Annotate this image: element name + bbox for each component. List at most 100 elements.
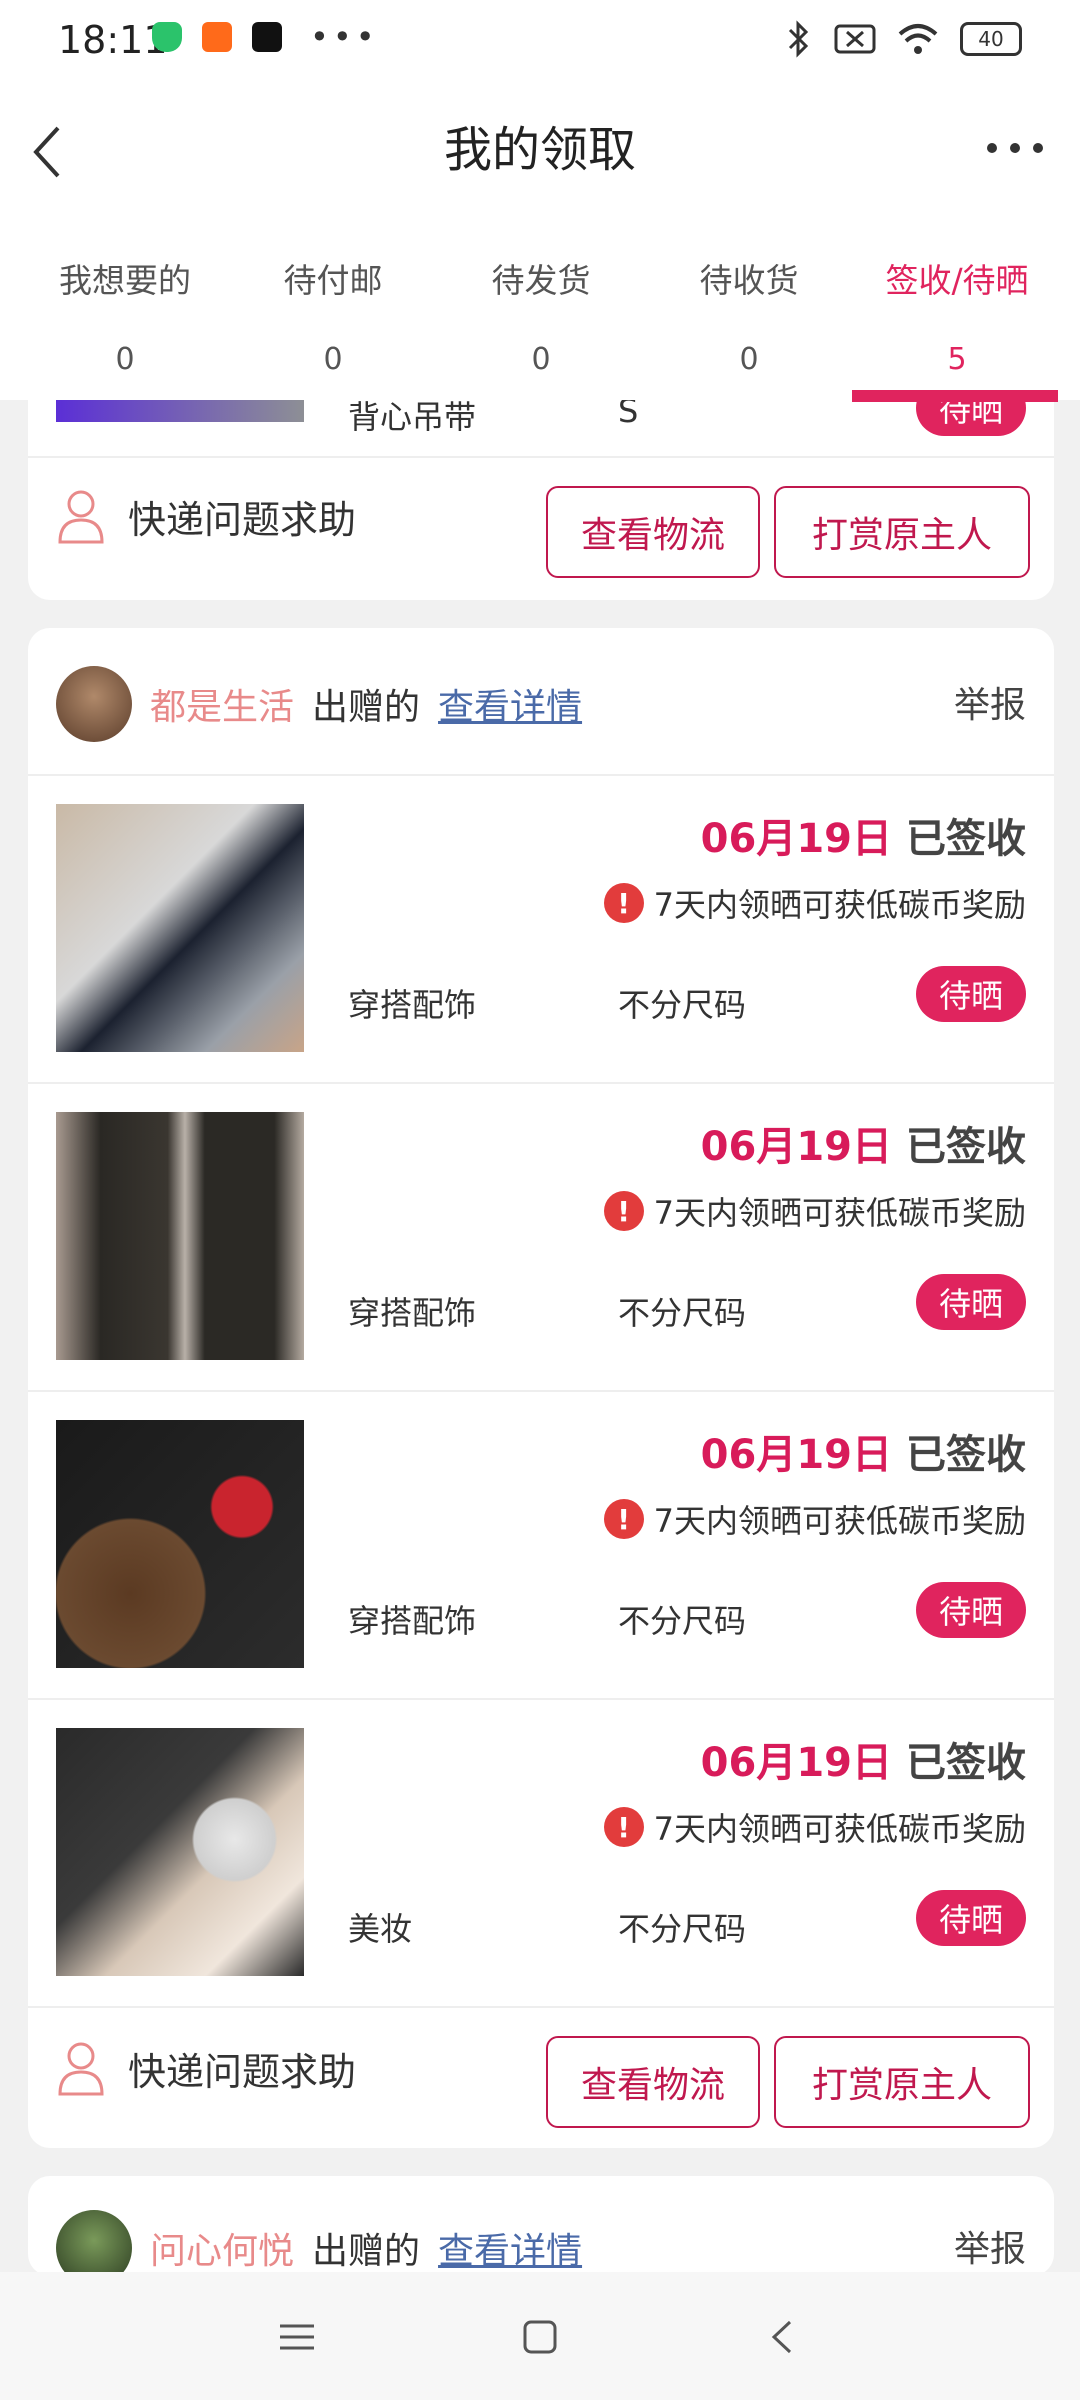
tab-count: 0 (531, 342, 551, 377)
list-item[interactable]: 06月19日 已签收 ! 7天内领晒可获低碳币奖励 穿搭配饰 不分尺码 待晒 (28, 776, 1054, 1082)
status-text: 已签收 (906, 1740, 1026, 1786)
reward-notice: ! 7天内领晒可获低碳币奖励 (603, 1188, 1026, 1234)
view-details-link[interactable]: 查看详情 (438, 678, 582, 730)
view-details-link[interactable]: 查看详情 (438, 2222, 582, 2274)
status-badge[interactable]: 待晒 (916, 1582, 1026, 1638)
more-notifications-icon: ••• (310, 18, 379, 56)
seller-row: 问心何悦 出赠的 查看详情 (56, 2210, 582, 2276)
bluetooth-icon (788, 20, 809, 58)
order-card: 都是生活 出赠的 查看详情 举报 06月19日 已签收 ! 7天内领晒可获低碳币奖励… (28, 628, 1054, 2148)
help-label: 快递问题求助 (128, 2049, 357, 2094)
divider (28, 2006, 1054, 2008)
order-tabs: 我想要的 0 待付邮 0 待发货 0 待收货 0 签收/待晒 5 (0, 214, 1080, 402)
list-item[interactable]: 06月19日 已签收 ! 7天内领晒可获低碳币奖励 美妆 不分尺码 待晒 (28, 1700, 1054, 2006)
item-photo (56, 1728, 304, 1976)
warning-icon: ! (603, 1499, 644, 1539)
tab-count: 0 (323, 342, 343, 377)
status-text: 已签收 (906, 1432, 1026, 1478)
page-title: 我的领取 (443, 122, 636, 178)
active-tab-indicator (852, 390, 1058, 402)
sim-off-icon (834, 24, 876, 54)
seller-row: 都是生活 出赠的 查看详情 (56, 666, 582, 742)
user-icon (58, 490, 104, 544)
gift-text: 出赠的 (312, 687, 421, 728)
reward-notice: ! 7天内领晒可获低碳币奖励 (603, 1804, 1026, 1850)
back-icon[interactable] (758, 2312, 808, 2362)
more-options-icon[interactable] (980, 128, 1050, 168)
express-help[interactable]: 快递问题求助 (56, 488, 356, 544)
tab-wanted[interactable]: 我想要的 0 (20, 254, 230, 377)
divider (28, 456, 1054, 458)
item-photo (56, 1420, 304, 1668)
tab-received[interactable]: 签收/待晒 5 (852, 254, 1062, 377)
status-badge[interactable]: 待晒 (916, 1274, 1026, 1330)
avatar[interactable] (56, 2210, 132, 2276)
view-logistics-button[interactable]: 查看物流 (546, 2036, 760, 2128)
view-logistics-button[interactable]: 查看物流 (546, 486, 760, 578)
item-category: 穿搭配饰 (348, 1602, 477, 1640)
sign-date: 06月19日 已签收 (701, 806, 1026, 864)
battery-icon: 40 (960, 22, 1022, 56)
date-text: 06月19日 (700, 1740, 892, 1786)
wifi-icon (898, 24, 938, 54)
status-text: 已签收 (906, 816, 1026, 862)
list-item[interactable]: 06月19日 已签收 ! 7天内领晒可获低碳币奖励 穿搭配饰 不分尺码 待晒 (28, 1392, 1054, 1698)
reward-notice: ! 7天内领晒可获低碳币奖励 (603, 880, 1026, 926)
tab-count: 0 (115, 342, 135, 377)
tab-count: 5 (947, 342, 967, 377)
list-item[interactable]: 06月19日 已签收 ! 7天内领晒可获低碳币奖励 穿搭配饰 不分尺码 待晒 (28, 1084, 1054, 1390)
reward-text: 7天内领晒可获低碳币奖励 (653, 1502, 1026, 1540)
system-nav-bar (0, 2272, 1080, 2400)
item-category: 美妆 (348, 1910, 413, 1948)
status-bar: 18:11 ••• 40 (0, 0, 1080, 84)
battery-level: 40 (978, 27, 1004, 51)
item-category: 穿搭配饰 (348, 986, 477, 1024)
menu-icon[interactable] (272, 2312, 322, 2362)
seller-name[interactable]: 问心何悦 (150, 2222, 294, 2274)
reward-text: 7天内领晒可获低碳币奖励 (653, 1194, 1026, 1232)
home-icon[interactable] (515, 2312, 565, 2362)
tab-label: 待收货 (699, 261, 799, 300)
reward-notice: ! 7天内领晒可获低碳币奖励 (603, 1496, 1026, 1542)
tip-owner-button[interactable]: 打赏原主人 (774, 2036, 1030, 2128)
tab-pending-receipt[interactable]: 待收货 0 (644, 254, 854, 377)
date-text: 06月19日 (700, 1432, 892, 1478)
status-time: 18:11 (58, 18, 168, 62)
sign-date: 06月19日 已签收 (701, 1422, 1026, 1480)
tab-pending-shipment[interactable]: 待发货 0 (436, 254, 646, 377)
tab-label: 我想要的 (59, 261, 191, 300)
tab-pending-postage[interactable]: 待付邮 0 (228, 254, 438, 377)
reward-text: 7天内领晒可获低碳币奖励 (653, 886, 1026, 924)
item-size: 不分尺码 (618, 1602, 747, 1640)
user-icon (58, 2042, 104, 2096)
item-photo (56, 804, 304, 1052)
tab-label: 待付邮 (283, 261, 383, 300)
item-category: 穿搭配饰 (348, 1294, 477, 1332)
warning-icon: ! (603, 1807, 644, 1847)
date-text: 06月19日 (700, 1124, 892, 1170)
tab-label: 待发货 (491, 261, 591, 300)
shopping-app-icon (202, 22, 232, 52)
warning-icon: ! (603, 1191, 644, 1231)
express-help[interactable]: 快递问题求助 (56, 2040, 356, 2096)
item-size: 不分尺码 (618, 1910, 747, 1948)
report-button[interactable]: 举报 (954, 676, 1026, 728)
report-button[interactable]: 举报 (954, 2220, 1026, 2272)
avatar[interactable] (56, 666, 132, 742)
item-size: 不分尺码 (618, 1294, 747, 1332)
reward-text: 7天内领晒可获低碳币奖励 (653, 1810, 1026, 1848)
status-badge[interactable]: 待晒 (916, 1890, 1026, 1946)
status-text: 已签收 (906, 1124, 1026, 1170)
date-text: 06月19日 (700, 816, 892, 862)
gift-text: 出赠的 (312, 2231, 421, 2272)
sign-date: 06月19日 已签收 (701, 1114, 1026, 1172)
shield-app-icon (152, 22, 182, 52)
item-size: 不分尺码 (618, 986, 747, 1024)
status-badge[interactable]: 待晒 (916, 966, 1026, 1022)
item-photo (56, 1112, 304, 1360)
sign-date: 06月19日 已签收 (701, 1730, 1026, 1788)
help-label: 快递问题求助 (128, 497, 357, 542)
tab-count: 0 (739, 342, 759, 377)
tip-owner-button[interactable]: 打赏原主人 (774, 486, 1030, 578)
seller-name[interactable]: 都是生活 (150, 678, 294, 730)
